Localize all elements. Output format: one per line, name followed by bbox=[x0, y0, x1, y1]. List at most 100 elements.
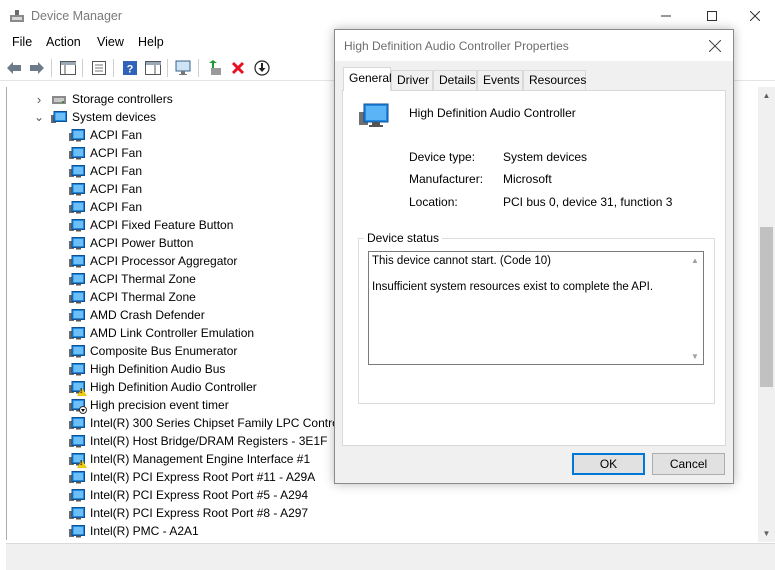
minimize-icon bbox=[661, 15, 671, 17]
download-circle-icon bbox=[254, 60, 270, 76]
device-type-label: Device type: bbox=[409, 150, 476, 164]
system-device-icon bbox=[69, 488, 85, 502]
tree-device-item[interactable]: ACPI Fan bbox=[69, 126, 142, 144]
manufacturer-value: Microsoft bbox=[503, 172, 552, 186]
maximize-button[interactable] bbox=[689, 0, 735, 32]
console-tree-icon bbox=[60, 61, 76, 75]
warning-icon bbox=[77, 459, 87, 468]
show-hide-console-tree-button[interactable] bbox=[58, 58, 78, 78]
tree-device-item[interactable]: ACPI Fan bbox=[69, 162, 142, 180]
storage-controller-icon bbox=[51, 93, 67, 106]
tree-device-label: High Definition Audio Bus bbox=[90, 362, 226, 376]
tree-device-item[interactable]: High precision event timer bbox=[69, 396, 229, 414]
properties-icon bbox=[92, 61, 106, 75]
expand-chevron-icon[interactable]: › bbox=[33, 92, 45, 107]
help-button[interactable]: ? bbox=[120, 58, 140, 78]
tree-device-label: ACPI Fan bbox=[90, 200, 143, 214]
tree-device-label: Intel(R) PCI Express Root Port #8 - A297 bbox=[90, 506, 309, 520]
status-line-detail: Insufficient system resources exist to c… bbox=[372, 281, 654, 293]
tree-device-item[interactable]: High Definition Audio Bus bbox=[69, 360, 225, 378]
delete-x-icon bbox=[231, 61, 245, 75]
menu-action[interactable]: Action bbox=[46, 35, 81, 49]
tree-category-label: Storage controllers bbox=[72, 92, 173, 106]
tree-device-item[interactable]: ACPI Thermal Zone bbox=[69, 270, 196, 288]
collapse-chevron-icon[interactable]: ⌄ bbox=[33, 110, 45, 124]
update-driver-button[interactable] bbox=[205, 58, 225, 78]
forward-button[interactable] bbox=[27, 58, 47, 78]
tree-device-item[interactable]: AMD Crash Defender bbox=[69, 306, 205, 324]
tree-device-item[interactable]: ACPI Fan bbox=[69, 144, 142, 162]
menu-help[interactable]: Help bbox=[138, 35, 164, 49]
tab-driver[interactable]: Driver bbox=[391, 70, 433, 90]
manufacturer-label: Manufacturer: bbox=[409, 172, 484, 186]
dialog-close-button[interactable] bbox=[703, 34, 727, 58]
system-device-icon bbox=[69, 200, 85, 214]
system-device-icon bbox=[69, 146, 85, 160]
tree-device-label: AMD Crash Defender bbox=[90, 308, 205, 322]
tab-resources[interactable]: Resources bbox=[523, 70, 586, 90]
vertical-scrollbar[interactable]: ▲ ▼ bbox=[758, 87, 775, 542]
system-device-icon bbox=[69, 236, 85, 250]
tree-category-label: System devices bbox=[72, 110, 157, 124]
tree-device-item[interactable]: ACPI Power Button bbox=[69, 234, 193, 252]
general-tab-panel: High Definition Audio Controller Device … bbox=[342, 90, 726, 446]
tree-device-label: High Definition Audio Controller bbox=[90, 380, 257, 394]
tree-device-label: Intel(R) PCI Express Root Port #5 - A294 bbox=[90, 488, 309, 502]
tree-device-label: Intel(R) PCI Express Root Port #11 - A29… bbox=[90, 470, 316, 484]
tree-device-item[interactable]: Intel(R) Management Engine Interface #1 bbox=[69, 450, 310, 468]
minimize-button[interactable] bbox=[643, 0, 689, 32]
tree-device-item[interactable]: ACPI Processor Aggregator bbox=[69, 252, 237, 270]
cancel-button[interactable]: Cancel bbox=[652, 453, 725, 475]
device-status-textbox[interactable]: This device cannot start. (Code 10) Insu… bbox=[368, 251, 704, 365]
tree-device-item[interactable]: ACPI Fan bbox=[69, 180, 142, 198]
menu-view[interactable]: View bbox=[97, 35, 124, 49]
tree-device-label: Intel(R) PMC - A2A1 bbox=[90, 524, 199, 538]
tree-device-item[interactable]: High Definition Audio Controller bbox=[69, 378, 257, 396]
tab-events[interactable]: Events bbox=[477, 70, 523, 90]
scan-hardware-button[interactable] bbox=[174, 58, 194, 78]
properties-button[interactable] bbox=[89, 58, 109, 78]
system-device-icon bbox=[69, 398, 87, 414]
system-device-icon bbox=[69, 362, 85, 376]
tree-device-item[interactable]: Intel(R) PCI Express Root Port #11 - A29… bbox=[69, 468, 315, 486]
status-scroll-down-icon[interactable]: ▼ bbox=[687, 348, 703, 364]
tree-device-item[interactable]: Composite Bus Enumerator bbox=[69, 342, 237, 360]
uninstall-device-button[interactable] bbox=[228, 58, 248, 78]
tree-device-label: Intel(R) Management Engine Interface #1 bbox=[90, 452, 311, 466]
scroll-down-arrow-icon[interactable]: ▼ bbox=[758, 525, 775, 542]
system-device-icon bbox=[69, 506, 85, 520]
system-device-icon bbox=[69, 326, 85, 340]
system-device-icon bbox=[69, 380, 87, 396]
title-bar: Device Manager bbox=[0, 0, 775, 32]
system-device-icon bbox=[69, 164, 85, 178]
tree-device-item[interactable]: Intel(R) PCI Express Root Port #8 - A297 bbox=[69, 504, 308, 522]
system-device-icon bbox=[69, 272, 85, 286]
close-button[interactable] bbox=[735, 0, 775, 32]
tree-device-item[interactable]: Intel(R) PCI Express Root Port #5 - A294 bbox=[69, 486, 308, 504]
tree-device-item[interactable]: ACPI Fixed Feature Button bbox=[69, 216, 233, 234]
tree-category[interactable]: ⌄ System devices bbox=[33, 108, 156, 126]
tree-device-label: High precision event timer bbox=[90, 398, 229, 412]
scroll-up-arrow-icon[interactable]: ▲ bbox=[758, 87, 775, 104]
tree-category[interactable]: › Storage controllers bbox=[33, 90, 173, 108]
menu-file[interactable]: File bbox=[12, 35, 32, 49]
back-button[interactable] bbox=[4, 58, 24, 78]
system-device-icon bbox=[69, 416, 85, 430]
tree-device-item[interactable]: Intel(R) PMC - A2A1 bbox=[69, 522, 199, 540]
tree-device-item[interactable]: AMD Link Controller Emulation bbox=[69, 324, 254, 342]
tab-general[interactable]: General bbox=[343, 67, 392, 91]
tree-device-label: AMD Link Controller Emulation bbox=[90, 326, 255, 340]
audio-controller-device-icon bbox=[359, 103, 389, 127]
tree-device-item[interactable]: ACPI Thermal Zone bbox=[69, 288, 196, 306]
status-scrollbar[interactable]: ▲ ▼ bbox=[687, 252, 703, 364]
status-scroll-up-icon[interactable]: ▲ bbox=[687, 252, 703, 268]
disable-device-button[interactable] bbox=[252, 58, 272, 78]
action-pane-button[interactable] bbox=[143, 58, 163, 78]
tree-device-item[interactable]: ACPI Fan bbox=[69, 198, 142, 216]
scrollbar-thumb[interactable] bbox=[760, 227, 773, 387]
tab-details[interactable]: Details bbox=[433, 70, 477, 90]
tree-device-item[interactable]: Intel(R) Host Bridge/DRAM Registers - 3E… bbox=[69, 432, 327, 450]
window-title: Device Manager bbox=[31, 9, 123, 23]
ok-button[interactable]: OK bbox=[572, 453, 645, 475]
system-device-icon bbox=[69, 452, 87, 468]
